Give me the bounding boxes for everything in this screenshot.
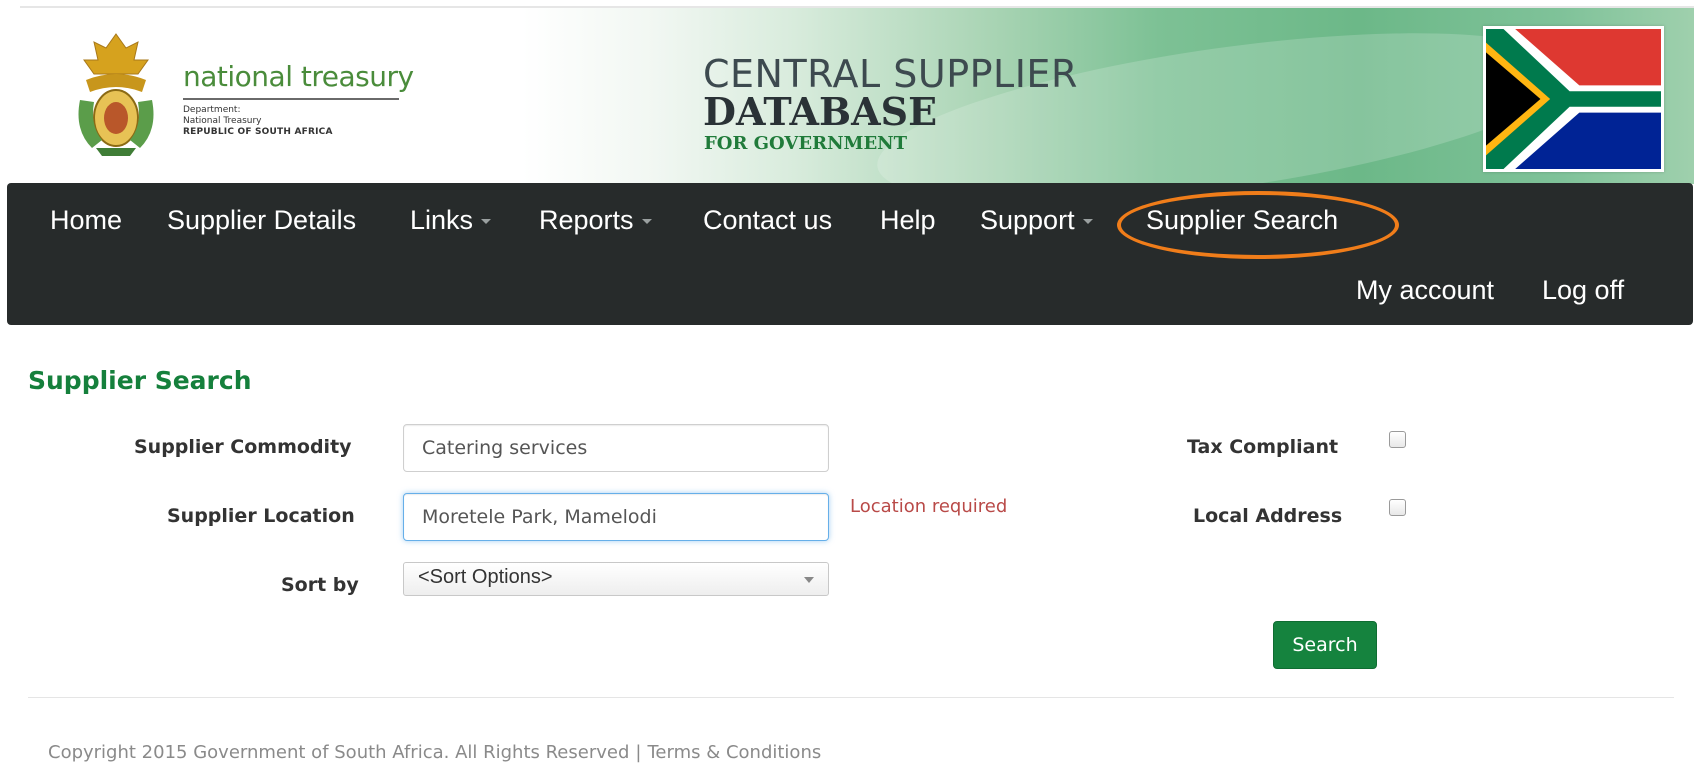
department-sub-line-3: REPUBLIC OF SOUTH AFRICA — [183, 127, 333, 137]
local-address-checkbox[interactable] — [1389, 499, 1406, 516]
dropdown-arrow-icon — [804, 577, 814, 583]
nav-support[interactable]: Support — [980, 205, 1093, 236]
location-error-message: Location required — [850, 496, 1008, 517]
chevron-down-icon — [481, 219, 492, 225]
nav-supplier-details[interactable]: Supplier Details — [167, 205, 356, 236]
nav-my-account[interactable]: My account — [1356, 275, 1494, 306]
footer-separator: | — [635, 742, 642, 763]
nav-contact-us[interactable]: Contact us — [703, 205, 832, 236]
chevron-down-icon — [641, 219, 652, 225]
header-banner: national treasury Department: National T… — [20, 6, 1694, 184]
commodity-input[interactable] — [403, 424, 829, 472]
nav-support-label: Support — [980, 205, 1075, 235]
terms-link[interactable]: Terms & Conditions — [647, 742, 821, 763]
db-title-line-2: DATABASE — [703, 89, 938, 134]
location-label: Supplier Location — [167, 505, 355, 527]
south-africa-flag-icon — [1483, 26, 1664, 172]
department-sub-line-2: National Treasury — [183, 116, 262, 126]
local-address-label: Local Address — [1193, 505, 1343, 527]
db-title-line-1: CENTRAL SUPPLIER — [703, 52, 1078, 96]
nav-supplier-details-label: Supplier Details — [167, 205, 357, 235]
nav-links[interactable]: Links — [410, 205, 492, 236]
commodity-label: Supplier Commodity — [134, 436, 352, 458]
footer-divider — [28, 697, 1674, 698]
sort-selected-value: <Sort Options> — [418, 566, 553, 588]
nav-supplier-search-label: Supplier Search — [1146, 205, 1339, 235]
main-navbar: Home Supplier Details Links Reports Cont… — [7, 183, 1693, 325]
footer: Copyright 2015 Government of South Afric… — [48, 742, 821, 763]
coat-of-arms-icon — [78, 33, 154, 156]
nav-supplier-search[interactable]: Supplier Search — [1146, 205, 1338, 236]
page: national treasury Department: National T… — [0, 0, 1700, 764]
sort-select[interactable]: <Sort Options> — [403, 562, 829, 596]
chevron-down-icon — [1082, 219, 1093, 225]
department-name: national treasury — [183, 60, 414, 93]
nav-help-label: Help — [880, 205, 936, 235]
department-sub-line-1: Department: — [183, 105, 241, 115]
nav-home[interactable]: Home — [50, 205, 122, 236]
tax-compliant-label: Tax Compliant — [1187, 436, 1339, 458]
tax-compliant-checkbox[interactable] — [1389, 431, 1406, 448]
department-subtitle: Department: National Treasury REPUBLIC O… — [183, 105, 333, 138]
nav-log-off[interactable]: Log off — [1542, 275, 1624, 306]
nav-reports[interactable]: Reports — [539, 205, 652, 236]
nav-my-account-label: My account — [1356, 275, 1495, 305]
nav-reports-label: Reports — [539, 205, 634, 235]
nav-contact-us-label: Contact us — [703, 205, 833, 235]
department-underline — [183, 98, 399, 100]
sort-label: Sort by — [281, 574, 359, 596]
copyright-text: Copyright 2015 Government of South Afric… — [48, 742, 630, 763]
location-input[interactable] — [403, 493, 829, 541]
search-button[interactable]: Search — [1273, 621, 1377, 669]
nav-home-label: Home — [50, 205, 123, 235]
nav-links-label: Links — [410, 205, 474, 235]
db-title-line-3: FOR GOVERNMENT — [704, 133, 908, 154]
page-title: Supplier Search — [28, 366, 252, 395]
nav-help[interactable]: Help — [880, 205, 936, 236]
nav-log-off-label: Log off — [1542, 275, 1625, 305]
